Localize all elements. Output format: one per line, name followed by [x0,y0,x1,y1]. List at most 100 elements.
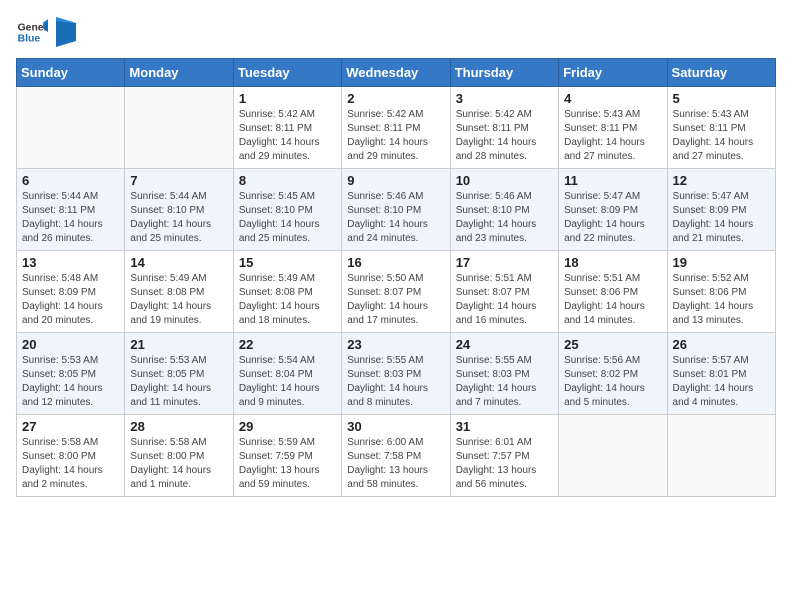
logo: General Blue [16,16,76,48]
calendar-cell: 25 Sunrise: 5:56 AMSunset: 8:02 PMDayligh… [559,333,667,415]
day-info: Sunrise: 5:42 AMSunset: 8:11 PMDaylight:… [347,108,444,164]
day-number: 29 [239,419,336,434]
day-number: 12 [673,173,770,188]
day-info: Sunrise: 5:53 AMSunset: 8:05 PMDaylight:… [130,354,227,410]
calendar-cell: 18Sunrise: 5:51 AMSunset: 8:06 PMDayligh… [559,251,667,333]
calendar-header-row: SundayMondayTuesdayWednesdayThursdayFrid… [17,59,776,87]
day-number: 9 [347,173,444,188]
day-info: Sunrise: 5:43 AMSunset: 8:11 PMDaylight:… [673,108,770,164]
day-number: 3 [456,91,553,106]
svg-text:Blue: Blue [18,34,41,45]
day-number: 27 [22,419,119,434]
day-number: 19 [673,255,770,270]
day-number: 13 [22,255,119,270]
day-number: 28 [130,419,227,434]
day-number: 6 [22,173,119,188]
calendar-cell: 22 Sunrise: 5:54 AMSunset: 8:04 PMDayligh… [233,333,341,415]
day-info: Sunrise: 5:54 AMSunset: 8:04 PMDaylight:… [239,354,336,410]
day-number: 25 [564,337,661,352]
calendar-cell: 13 Sunrise: 5:48 AMSunset: 8:09 PMDayligh… [17,251,125,333]
logo-triangle-icon [56,17,76,47]
day-info: Sunrise: 5:55 AMSunset: 8:03 PMDaylight:… [347,354,444,410]
day-info: Sunrise: 5:47 AMSunset: 8:09 PMDaylight:… [673,190,770,246]
calendar-week-row: 20Sunrise: 5:53 AMSunset: 8:05 PMDayligh… [17,333,776,415]
day-number: 31 [456,419,553,434]
day-info: Sunrise: 5:44 AMSunset: 8:10 PMDaylight:… [130,190,227,246]
day-info: Sunrise: 5:49 AMSunset: 8:08 PMDaylight:… [239,272,336,328]
calendar-cell: 10 Sunrise: 5:46 AMSunset: 8:10 PMDayligh… [450,169,558,251]
calendar-cell: 21 Sunrise: 5:53 AMSunset: 8:05 PMDayligh… [125,333,233,415]
day-number: 5 [673,91,770,106]
calendar-cell: 19 Sunrise: 5:52 AMSunset: 8:06 PMDayligh… [667,251,775,333]
day-info: Sunrise: 6:01 AMSunset: 7:57 PMDaylight:… [456,436,553,492]
calendar-cell: 4Sunrise: 5:43 AMSunset: 8:11 PMDaylight… [559,87,667,169]
calendar-cell: 29 Sunrise: 5:59 AMSunset: 7:59 PMDayligh… [233,415,341,497]
calendar-cell: 7 Sunrise: 5:44 AMSunset: 8:10 PMDaylight… [125,169,233,251]
calendar-cell: 24Sunrise: 5:55 AMSunset: 8:03 PMDayligh… [450,333,558,415]
calendar-cell: 2Sunrise: 5:42 AMSunset: 8:11 PMDaylight… [342,87,450,169]
calendar-cell: 26 Sunrise: 5:57 AMSunset: 8:01 PMDayligh… [667,333,775,415]
day-info: Sunrise: 5:50 AMSunset: 8:07 PMDaylight:… [347,272,444,328]
calendar-week-row: 6 Sunrise: 5:44 AMSunset: 8:11 PMDaylight… [17,169,776,251]
logo-icon: General Blue [16,16,48,48]
calendar-cell: 15Sunrise: 5:49 AMSunset: 8:08 PMDayligh… [233,251,341,333]
day-number: 8 [239,173,336,188]
day-number: 23 [347,337,444,352]
calendar-cell: 23 Sunrise: 5:55 AMSunset: 8:03 PMDayligh… [342,333,450,415]
day-info: Sunrise: 5:42 AMSunset: 8:11 PMDaylight:… [239,108,336,164]
calendar-cell [667,415,775,497]
calendar-cell: 9 Sunrise: 5:46 AMSunset: 8:10 PMDaylight… [342,169,450,251]
calendar-cell: 17Sunrise: 5:51 AMSunset: 8:07 PMDayligh… [450,251,558,333]
calendar-cell: 14 Sunrise: 5:49 AMSunset: 8:08 PMDayligh… [125,251,233,333]
day-info: Sunrise: 5:42 AMSunset: 8:11 PMDaylight:… [456,108,553,164]
calendar-cell [559,415,667,497]
day-info: Sunrise: 5:55 AMSunset: 8:03 PMDaylight:… [456,354,553,410]
day-info: Sunrise: 5:46 AMSunset: 8:10 PMDaylight:… [347,190,444,246]
day-info: Sunrise: 5:48 AMSunset: 8:09 PMDaylight:… [22,272,119,328]
column-header-friday: Friday [559,59,667,87]
calendar-cell [125,87,233,169]
day-info: Sunrise: 5:52 AMSunset: 8:06 PMDaylight:… [673,272,770,328]
day-number: 16 [347,255,444,270]
day-info: Sunrise: 5:58 AMSunset: 8:00 PMDaylight:… [130,436,227,492]
day-number: 30 [347,419,444,434]
column-header-sunday: Sunday [17,59,125,87]
day-number: 7 [130,173,227,188]
calendar-cell: 1 Sunrise: 5:42 AMSunset: 8:11 PMDaylight… [233,87,341,169]
day-info: Sunrise: 5:53 AMSunset: 8:05 PMDaylight:… [22,354,119,410]
calendar-week-row: 1 Sunrise: 5:42 AMSunset: 8:11 PMDaylight… [17,87,776,169]
day-number: 10 [456,173,553,188]
calendar-cell: 11Sunrise: 5:47 AMSunset: 8:09 PMDayligh… [559,169,667,251]
calendar-cell: 20Sunrise: 5:53 AMSunset: 8:05 PMDayligh… [17,333,125,415]
day-info: Sunrise: 5:49 AMSunset: 8:08 PMDaylight:… [130,272,227,328]
calendar-week-row: 13 Sunrise: 5:48 AMSunset: 8:09 PMDayligh… [17,251,776,333]
day-info: Sunrise: 5:51 AMSunset: 8:07 PMDaylight:… [456,272,553,328]
day-number: 26 [673,337,770,352]
day-number: 22 [239,337,336,352]
day-info: Sunrise: 5:51 AMSunset: 8:06 PMDaylight:… [564,272,661,328]
day-number: 4 [564,91,661,106]
calendar-cell: 5 Sunrise: 5:43 AMSunset: 8:11 PMDaylight… [667,87,775,169]
day-number: 14 [130,255,227,270]
calendar-cell: 12 Sunrise: 5:47 AMSunset: 8:09 PMDayligh… [667,169,775,251]
calendar-cell: 30 Sunrise: 6:00 AMSunset: 7:58 PMDayligh… [342,415,450,497]
calendar-cell: 27 Sunrise: 5:58 AMSunset: 8:00 PMDayligh… [17,415,125,497]
calendar-table: SundayMondayTuesdayWednesdayThursdayFrid… [16,58,776,497]
day-info: Sunrise: 5:57 AMSunset: 8:01 PMDaylight:… [673,354,770,410]
day-info: Sunrise: 5:58 AMSunset: 8:00 PMDaylight:… [22,436,119,492]
column-header-tuesday: Tuesday [233,59,341,87]
day-info: Sunrise: 5:46 AMSunset: 8:10 PMDaylight:… [456,190,553,246]
day-info: Sunrise: 5:44 AMSunset: 8:11 PMDaylight:… [22,190,119,246]
column-header-wednesday: Wednesday [342,59,450,87]
column-header-monday: Monday [125,59,233,87]
calendar-cell: 16 Sunrise: 5:50 AMSunset: 8:07 PMDayligh… [342,251,450,333]
day-info: Sunrise: 5:56 AMSunset: 8:02 PMDaylight:… [564,354,661,410]
day-info: Sunrise: 5:59 AMSunset: 7:59 PMDaylight:… [239,436,336,492]
day-number: 21 [130,337,227,352]
column-header-thursday: Thursday [450,59,558,87]
calendar-cell: 8Sunrise: 5:45 AMSunset: 8:10 PMDaylight… [233,169,341,251]
calendar-cell [17,87,125,169]
calendar-cell: 6 Sunrise: 5:44 AMSunset: 8:11 PMDaylight… [17,169,125,251]
day-number: 1 [239,91,336,106]
day-info: Sunrise: 6:00 AMSunset: 7:58 PMDaylight:… [347,436,444,492]
